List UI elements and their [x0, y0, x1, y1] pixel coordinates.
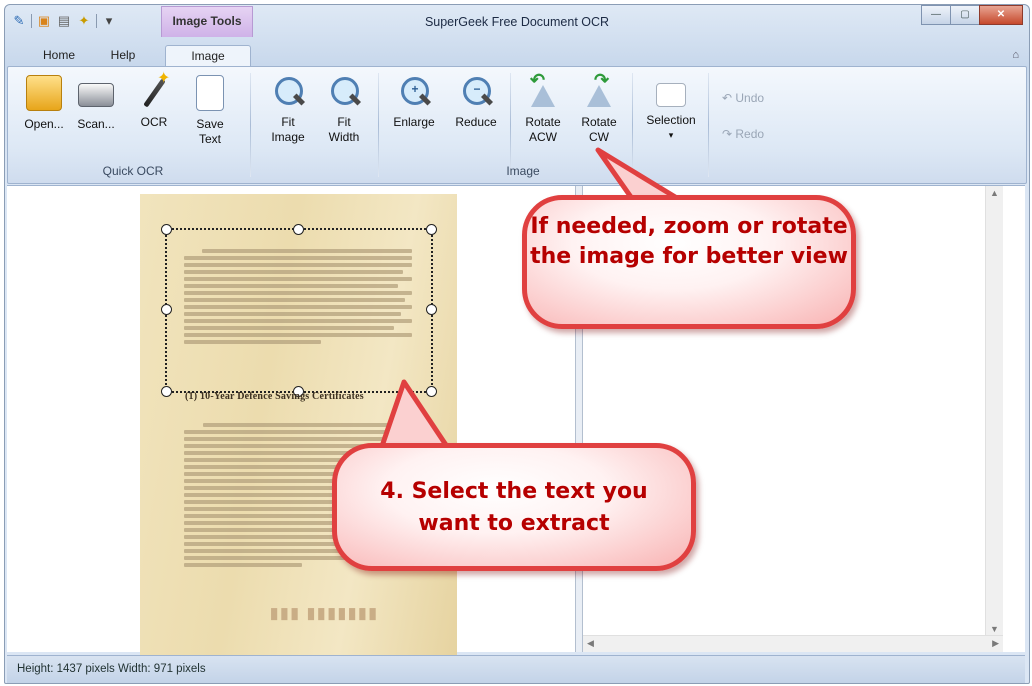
rotate-anticlockwise-icon: ↶	[526, 71, 560, 109]
scroll-left-icon[interactable]: ◀	[587, 638, 594, 649]
reduce-label: Reduce	[455, 115, 497, 129]
tab-help[interactable]: Help	[101, 45, 145, 67]
save-text-button[interactable]: Save Text	[186, 75, 234, 147]
group-separator	[632, 73, 633, 177]
ribbon: Open... Scan... OCR Save Text Quick OCR …	[7, 66, 1027, 184]
selection-rectangle[interactable]	[161, 224, 437, 397]
undo-label: Undo	[735, 91, 765, 105]
save-text-label-2: Text	[198, 132, 221, 146]
selection-label: Selection	[646, 113, 696, 127]
zoom-rotate-callout: If needed, zoom or rotate the image for …	[522, 195, 856, 329]
rotate-cw-button[interactable]: ↷ Rotate CW	[574, 71, 624, 145]
group-separator	[708, 73, 709, 177]
horizontal-scrollbar[interactable]: ◀ ▶	[583, 635, 1003, 652]
open-label: Open...	[24, 117, 64, 131]
fit-image-button[interactable]: Fit Image	[264, 75, 312, 145]
vertical-scrollbar[interactable]: ▲ ▼	[985, 186, 1003, 636]
window-title: SuperGeek Free Document OCR	[424, 15, 610, 29]
fit-width-button[interactable]: Fit Width	[320, 75, 368, 145]
selection-handle[interactable]	[161, 386, 172, 397]
rotate-cw-label-1: Rotate	[581, 115, 617, 129]
scan-button[interactable]: Scan...	[72, 75, 120, 132]
tab-image[interactable]: Image	[165, 45, 251, 68]
ribbon-tabs: Home Help Image ⌂	[5, 41, 1029, 68]
ocr-button[interactable]: OCR	[132, 71, 176, 130]
scroll-down-icon[interactable]: ▼	[990, 624, 999, 634]
app-window: ✎ ▣ ▤ ✦ ▾ Image Tools SuperGeek Free Doc…	[4, 4, 1030, 684]
select-text-callout: 4. Select the text you want to extract	[332, 443, 696, 571]
fit-width-label-2: Width	[328, 130, 360, 144]
selection-handle[interactable]	[161, 304, 172, 315]
status-bar: Height: 1437 pixels Width: 971 pixels	[7, 655, 1025, 683]
save-text-label-1: Save	[196, 117, 224, 131]
undo-icon: ↶	[722, 91, 736, 105]
maximize-button[interactable]: ▢	[950, 5, 980, 25]
selection-handle[interactable]	[426, 386, 437, 397]
rotate-cw-label-2: CW	[589, 130, 609, 144]
scanner-icon	[78, 83, 114, 107]
selection-handle[interactable]	[293, 224, 304, 235]
fit-image-icon	[271, 75, 305, 109]
scroll-up-icon[interactable]: ▲	[990, 188, 999, 198]
window-controls: — ▢ ✕	[921, 5, 1023, 25]
rotate-acw-button[interactable]: ↶ Rotate ACW	[518, 71, 568, 145]
title-bar: ✎ ▣ ▤ ✦ ▾ Image Tools SuperGeek Free Doc…	[5, 5, 1029, 41]
open-button[interactable]: Open...	[20, 75, 68, 132]
fit-image-label-1: Fit	[281, 115, 295, 129]
redo-button[interactable]: ↷ Redo	[722, 127, 764, 141]
selection-handle[interactable]	[161, 224, 172, 235]
selection-handle[interactable]	[426, 304, 437, 315]
undo-button[interactable]: ↶ Undo	[722, 91, 764, 105]
save-document-icon	[196, 75, 224, 111]
selection-handle[interactable]	[426, 224, 437, 235]
minimize-button[interactable]: —	[921, 5, 951, 25]
selection-button[interactable]: Selection ▾	[640, 75, 702, 143]
image-group-label: Image	[506, 164, 540, 178]
quick-ocr-group-label: Quick OCR	[102, 164, 164, 178]
group-separator	[378, 73, 379, 177]
rotate-acw-label-1: Rotate	[525, 115, 561, 129]
group-separator	[510, 73, 511, 177]
selection-dropdown-icon: ▾	[668, 130, 674, 140]
fit-image-label-2: Image	[271, 130, 305, 144]
ribbon-minimize-icon[interactable]: ⌂	[1012, 49, 1019, 61]
close-button[interactable]: ✕	[979, 5, 1023, 25]
selection-cursor-icon	[656, 83, 686, 107]
enlarge-label: Enlarge	[393, 115, 435, 129]
rotate-acw-label-2: ACW	[529, 130, 557, 144]
workspace: ▮▮▮ ▮▮▮▮▮▮▮ ▲ ▼ ◀ ▶	[7, 185, 1025, 656]
rotate-clockwise-icon: ↷	[582, 71, 616, 109]
fit-width-label-1: Fit	[337, 115, 351, 129]
zoom-in-icon: +	[397, 75, 431, 109]
zoom-out-icon: −	[459, 75, 493, 109]
scan-label: Scan...	[77, 117, 115, 131]
scroll-right-icon[interactable]: ▶	[992, 638, 999, 649]
tab-home[interactable]: Home	[35, 45, 83, 67]
ocr-label: OCR	[140, 115, 168, 129]
faded-stamp-text: ▮▮▮ ▮▮▮▮▮▮▮	[270, 605, 379, 622]
enlarge-button[interactable]: + Enlarge	[386, 75, 442, 130]
folder-open-icon	[26, 75, 62, 111]
group-separator	[250, 73, 251, 177]
reduce-button[interactable]: − Reduce	[448, 75, 504, 130]
magic-wand-icon	[137, 71, 171, 109]
redo-icon: ↷	[722, 127, 736, 141]
fit-width-icon	[327, 75, 361, 109]
document-section-heading: (1) 10-Year Defence Savings Certificates	[185, 391, 364, 402]
redo-label: Redo	[735, 127, 765, 141]
